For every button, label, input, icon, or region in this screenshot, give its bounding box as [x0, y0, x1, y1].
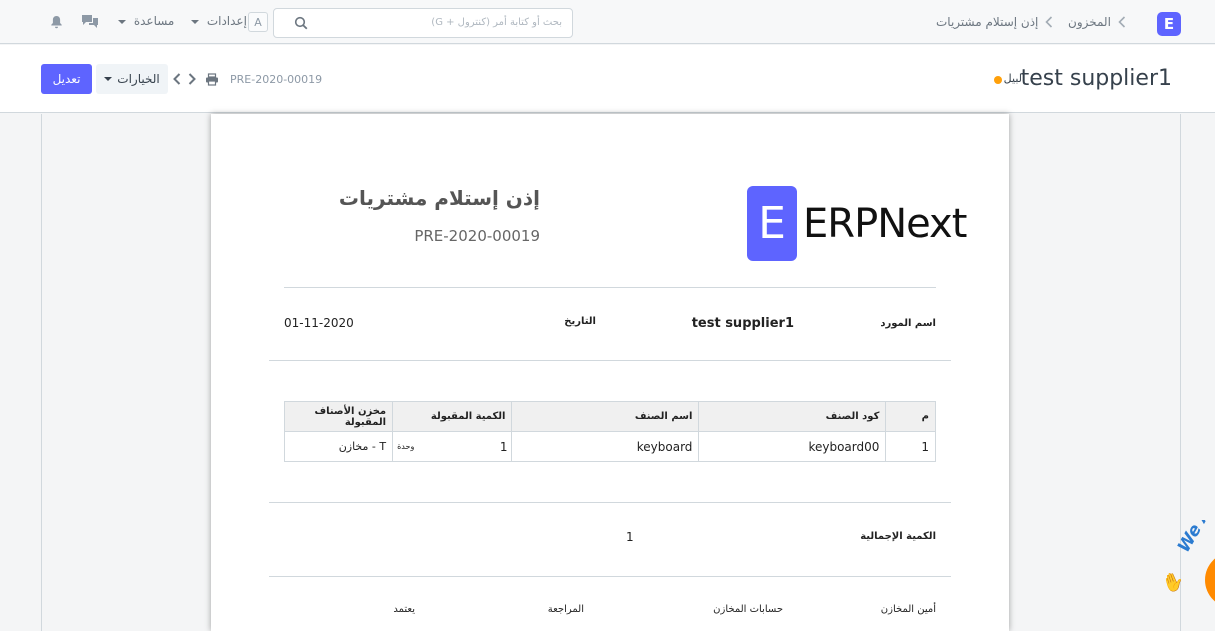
signature-storekeeper: أمين المخازن [880, 604, 936, 615]
column-header-item-name: اسم الصنف [511, 401, 700, 432]
print-doc-number: PRE-2020-00019 [414, 227, 540, 245]
printer-icon[interactable] [204, 72, 220, 86]
chevron-down-icon [191, 19, 199, 24]
column-header-accepted-qty: الكمية المقبولة [392, 401, 513, 432]
supplier-value: test supplier1 [691, 316, 794, 331]
column-header-warehouse: مخزن الأصناف المقبولة [283, 401, 394, 432]
wave-hand-icon: ✋ [1160, 568, 1188, 597]
help-dropdown[interactable]: مساعدة [118, 14, 174, 28]
chevron-down-icon [118, 19, 126, 24]
bell-icon[interactable] [48, 14, 64, 30]
chevron-left-icon [1044, 15, 1054, 29]
search-placeholder: بحث أو كتابة أمر (كنترول + G) [431, 17, 562, 28]
help-label: مساعدة [133, 14, 175, 28]
signature-review: المراجعة [547, 604, 584, 615]
cell-index: 1 [885, 431, 936, 462]
table-header-row: مخزن الأصناف المقبولة الكمية المقبولة اس… [283, 401, 936, 432]
cell-item-code: keyboard00 [698, 431, 887, 462]
navbar: مساعدة إعدادات A بحث أو كتابة أمر (كنترو… [0, 0, 1215, 44]
signature-store-accounts: حسابات المخازن [713, 604, 783, 615]
settings-dropdown[interactable]: إعدادات [191, 14, 247, 28]
column-header-index: م [885, 401, 936, 432]
print-heading: إذن إستلام مشتريات [338, 186, 540, 210]
chevron-left-icon [1117, 15, 1127, 29]
options-dropdown[interactable]: الخيارات [96, 64, 168, 94]
column-header-item-code: كود الصنف [698, 401, 887, 432]
breadcrumb-module[interactable]: المخزون [1068, 15, 1111, 29]
next-doc-icon[interactable] [187, 72, 197, 86]
uom-value: وحدة [397, 442, 415, 451]
search-input[interactable]: بحث أو كتابة أمر (كنترول + G) [273, 8, 573, 38]
options-label: الخيارات [117, 72, 160, 86]
total-qty-label: الكمية الإجمالية [860, 531, 936, 542]
settings-label: إعدادات [206, 14, 247, 28]
items-table: مخزن الأصناف المقبولة الكمية المقبولة اس… [283, 401, 936, 462]
total-qty-value: 1 [626, 530, 634, 544]
item-name-value: keyboard [636, 439, 693, 454]
cell-warehouse: مخازن - T [283, 431, 394, 462]
chat-icon[interactable] [80, 13, 100, 29]
page-head: تعديل الخيارات PRE-2020-00019 لبيل test … [0, 45, 1215, 113]
chat-widget-circle [1205, 552, 1215, 608]
chat-widget-badge[interactable]: We Are ✋ [1160, 520, 1215, 631]
edit-button[interactable]: تعديل [41, 64, 92, 94]
doc-name: PRE-2020-00019 [230, 73, 323, 86]
app-logo-letter: E [1163, 15, 1175, 33]
cell-item-name: keyboard [511, 431, 700, 462]
divider [269, 576, 951, 577]
avatar[interactable]: A [248, 12, 268, 32]
erpnext-logo-box: E [747, 186, 797, 261]
avatar-letter: A [254, 15, 262, 29]
chevron-down-icon [104, 77, 113, 81]
divider [269, 360, 951, 361]
warehouse-value: مخازن - T [338, 440, 387, 453]
table-row: مخازن - T وحدة 1 keyboard keyboard00 1 [283, 431, 936, 462]
status-badge: لبيل [1003, 72, 1022, 85]
search-icon [294, 16, 308, 30]
erpnext-logo: E ERPNext [747, 186, 967, 261]
signature-approve: يعتمد [393, 604, 415, 615]
cell-accepted-qty: وحدة 1 [392, 431, 513, 462]
app-logo[interactable]: E [1157, 12, 1181, 36]
supplier-label: اسم المورد [880, 318, 936, 329]
qty-value: 1 [499, 439, 508, 454]
index-value: 1 [921, 439, 929, 454]
page-title: test supplier1 [1020, 66, 1172, 91]
breadcrumb-doctype[interactable]: إذن إستلام مشتريات [936, 15, 1038, 29]
divider [284, 287, 936, 288]
item-code-value: keyboard00 [808, 439, 880, 454]
erpnext-logo-text: ERPNext [803, 200, 967, 247]
divider [269, 502, 951, 503]
date-value: 01-11-2020 [284, 316, 354, 330]
previous-doc-icon[interactable] [172, 72, 182, 86]
print-sheet: إذن إستلام مشتريات PRE-2020-00019 E ERPN… [211, 114, 1009, 631]
date-label: التاريخ [564, 316, 596, 327]
chat-widget-text: We Are [1174, 520, 1215, 556]
